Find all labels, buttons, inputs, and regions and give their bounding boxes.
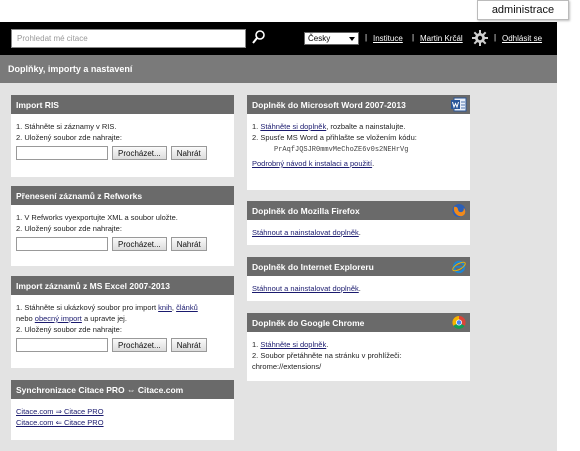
panel-title: Import záznamů z MS Excel 2007-2013 bbox=[11, 276, 234, 295]
content-area: Import RIS 1. Stáhněte si záznamy v RIS.… bbox=[0, 83, 557, 451]
page-title: Doplňky, importy a nastavení bbox=[8, 64, 133, 74]
file-input[interactable] bbox=[16, 146, 108, 160]
download-ie-addon-link[interactable]: Stáhnout a nainstalovat doplněk bbox=[252, 284, 359, 293]
top-bar: Prohledat mé citace Česky | Instituce | … bbox=[0, 22, 557, 55]
panel-title: Import RIS bbox=[11, 95, 234, 114]
guide-end: . bbox=[372, 159, 375, 168]
nav-separator: | bbox=[365, 33, 368, 42]
upload-button[interactable]: Nahrát bbox=[170, 338, 207, 352]
upload-button[interactable]: Nahrát bbox=[170, 146, 207, 160]
panel-title-text: Doplněk do Microsoft Word 2007-2013 bbox=[252, 100, 406, 110]
panel-title: Doplněk do Google Chrome bbox=[247, 313, 470, 332]
nav-logout[interactable]: Odhlásit se bbox=[502, 34, 542, 43]
browse-button[interactable]: Procházet... bbox=[112, 338, 167, 352]
panel-title: Doplněk do Internet Exploreru bbox=[247, 257, 470, 276]
login-code: PrAqfJQSJR0mmvMeChoZE6v0s2NEHrVg bbox=[274, 146, 409, 154]
step-text: 1. Stáhněte si ukázkový soubor pro impor… bbox=[16, 302, 229, 313]
step-text-part: 1. Stáhněte si ukázkový soubor pro impor… bbox=[16, 303, 159, 312]
step-text: 2. Uložený soubor zde nahrajte: bbox=[16, 325, 122, 334]
search-icon[interactable] bbox=[252, 29, 266, 45]
page-title-bar: Doplňky, importy a nastavení bbox=[0, 55, 557, 83]
nav-user[interactable]: Martin Krčál bbox=[420, 34, 463, 43]
language-value: Česky bbox=[308, 34, 331, 43]
link-end: . bbox=[358, 284, 361, 293]
panel-title: Synchronizace Citace PRO ⇔ Citace.com bbox=[11, 380, 234, 399]
panel-title: Přenesení záznamů z Refworks bbox=[11, 186, 234, 205]
step-text-part: nebo bbox=[16, 314, 35, 323]
panel-refworks: Přenesení záznamů z Refworks 1. V Refwor… bbox=[11, 186, 234, 266]
link-clanku[interactable]: článků bbox=[176, 303, 198, 312]
panel-excel-import: Import záznamů z MS Excel 2007-2013 1. S… bbox=[11, 276, 234, 368]
panel-title-text: Doplněk do Google Chrome bbox=[252, 318, 365, 328]
link-obecny-import[interactable]: obecný import bbox=[35, 314, 82, 323]
sync-link-from-pro[interactable]: Citace.com ⇐ Citace PRO bbox=[16, 418, 104, 427]
firefox-icon bbox=[452, 203, 466, 218]
browse-button[interactable]: Procházet... bbox=[112, 146, 167, 160]
file-input[interactable] bbox=[16, 237, 108, 251]
download-firefox-addon-link[interactable]: Stáhnout a nainstalovat doplněk bbox=[252, 228, 359, 237]
panel-word-addon: Doplněk do Microsoft Word 2007-2013 1. S… bbox=[247, 95, 470, 190]
step-text: 1. Stáhněte si záznamy v RIS. bbox=[16, 122, 117, 131]
chevron-down-icon bbox=[349, 37, 355, 41]
download-chrome-addon-link[interactable]: Stáhněte si doplněk bbox=[260, 340, 326, 349]
panel-firefox-addon: Doplněk do Mozilla Firefox Stáhnout a na… bbox=[247, 201, 470, 245]
nav-separator: | bbox=[494, 33, 497, 42]
administrace-callout: administrace bbox=[477, 0, 569, 20]
step-text: 2. Soubor přetáhněte na stránku v prohlí… bbox=[252, 351, 402, 360]
step-text-part: a upravte jej. bbox=[81, 314, 127, 323]
step-text: 2. Spusťe MS Word a přihlašte se vložení… bbox=[252, 133, 417, 142]
language-select[interactable]: Česky bbox=[304, 32, 359, 45]
step-text: chrome://extensions/ bbox=[252, 362, 322, 371]
panel-sync: Synchronizace Citace PRO ⇔ Citace.com Ci… bbox=[11, 380, 234, 440]
file-input[interactable] bbox=[16, 338, 108, 352]
upload-button[interactable]: Nahrát bbox=[170, 237, 207, 251]
panel-title: Doplněk do Microsoft Word 2007-2013 bbox=[247, 95, 470, 114]
callout-label: administrace bbox=[491, 4, 555, 16]
panel-title: Doplněk do Mozilla Firefox bbox=[247, 201, 470, 220]
step-text: 1. Stáhněte si doplněk, rozbalte a nains… bbox=[252, 121, 465, 132]
link-knih[interactable]: knih bbox=[158, 303, 172, 312]
search-input[interactable]: Prohledat mé citace bbox=[11, 29, 246, 48]
link-end: . bbox=[358, 228, 361, 237]
panel-chrome-addon: Doplněk do Google Chrome 1. Stáhněte si … bbox=[247, 313, 470, 381]
internet-explorer-icon bbox=[452, 260, 466, 274]
panel-import-ris: Import RIS 1. Stáhněte si záznamy v RIS.… bbox=[11, 95, 234, 177]
browse-button[interactable]: Procházet... bbox=[112, 237, 167, 251]
panel-title-text: Doplněk do Mozilla Firefox bbox=[252, 206, 360, 216]
sync-link-to-pro[interactable]: Citace.com ⇒ Citace PRO bbox=[16, 407, 104, 416]
step-text: 1. Stáhněte si doplněk. bbox=[252, 339, 465, 350]
ms-word-icon bbox=[451, 97, 467, 112]
step-text: nebo obecný import a upravte jej. bbox=[16, 313, 229, 324]
nav-instituce[interactable]: Instituce bbox=[373, 34, 403, 43]
gear-icon[interactable] bbox=[472, 30, 488, 46]
panel-ie-addon: Doplněk do Internet Exploreru Stáhnout a… bbox=[247, 257, 470, 301]
chrome-icon bbox=[452, 315, 466, 330]
link-end: . bbox=[326, 340, 329, 349]
guide-link[interactable]: Podrobný návod k instalaci a použití bbox=[252, 159, 372, 168]
download-word-addon-link[interactable]: Stáhněte si doplněk bbox=[260, 122, 326, 131]
step-text: 2. Uložený soubor zde nahrajte: bbox=[16, 133, 122, 142]
step-text-part: , rozbalte a nainstalujte. bbox=[326, 122, 406, 131]
step-text: 1. V Refworks vyexportujte XML a soubor … bbox=[16, 213, 178, 222]
nav-separator: | bbox=[412, 33, 415, 42]
panel-title-text: Doplněk do Internet Exploreru bbox=[252, 262, 374, 272]
step-text: 2. Uložený soubor zde nahrajte: bbox=[16, 224, 122, 233]
